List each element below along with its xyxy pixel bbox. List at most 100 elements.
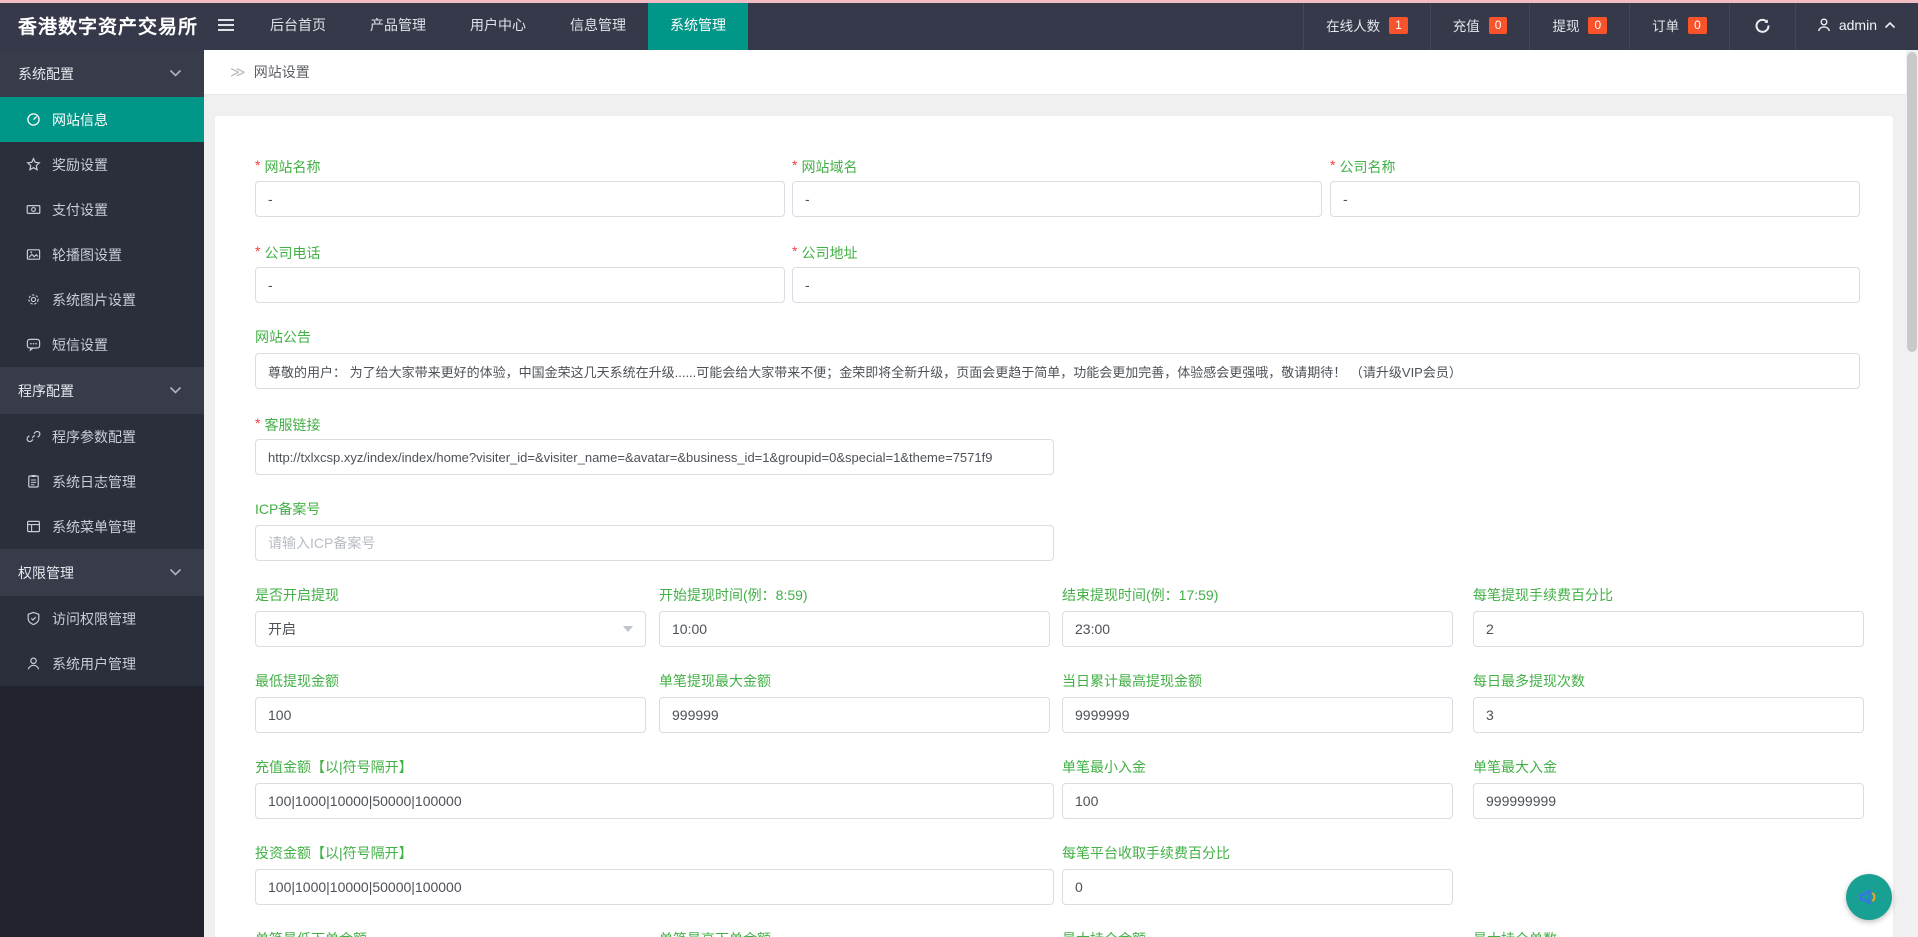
- admin-user-menu[interactable]: admin: [1795, 0, 1918, 50]
- link-icon: [26, 429, 41, 444]
- field-platform-fee-pct: 每笔平台收取手续费百分比: [1062, 844, 1453, 905]
- stat-online-users[interactable]: 在线人数 1: [1303, 0, 1430, 50]
- sidebar-group-program-config[interactable]: 程序配置: [0, 367, 204, 414]
- withdraw-daily-max-input[interactable]: [1062, 697, 1453, 733]
- sidebar-item-carousel-settings[interactable]: 轮播图设置: [0, 232, 204, 277]
- topbar: 香港数字资产交易所 后台首页 产品管理 用户中心 信息管理 系统管理 在线人数 …: [0, 0, 1918, 50]
- field-recharge-amounts: 充值金额【以|符号隔开】: [255, 758, 1054, 819]
- field-order-min: 单笔最低下单金额: [255, 930, 646, 937]
- sidebar-item-sms-settings[interactable]: 短信设置: [0, 322, 204, 367]
- field-label: *客服链接: [255, 414, 1054, 433]
- withdraw-fee-pct-input[interactable]: [1473, 611, 1864, 647]
- top-progress-bar: [0, 0, 1918, 3]
- sidebar-item-system-logs[interactable]: 系统日志管理: [0, 459, 204, 504]
- deposit-max-input[interactable]: [1473, 783, 1864, 819]
- field-label: *公司地址: [792, 242, 1860, 261]
- field-service-link: *客服链接: [255, 414, 1054, 475]
- stat-label: 在线人数: [1326, 15, 1380, 35]
- sidebar-item-payment-settings[interactable]: 支付设置: [0, 187, 204, 232]
- admin-username: admin: [1839, 17, 1877, 33]
- withdraw-start-input[interactable]: [659, 611, 1050, 647]
- sidebar-item-access-permissions[interactable]: 访问权限管理: [0, 596, 204, 641]
- invest-amounts-input[interactable]: [255, 869, 1054, 905]
- sidebar-item-program-params[interactable]: 程序参数配置: [0, 414, 204, 459]
- field-label: 开始提现时间(例：8:59): [659, 586, 1050, 605]
- chevron-down-icon: [623, 626, 633, 632]
- withdraw-single-max-input[interactable]: [659, 697, 1050, 733]
- field-label: 单笔最小入金: [1062, 758, 1453, 777]
- breadcrumb: ≫ 网站设置: [204, 50, 1918, 95]
- field-label: ICP备案号: [255, 500, 1054, 519]
- field-label: *公司名称: [1330, 156, 1860, 175]
- field-label: *网站域名: [792, 156, 1322, 175]
- order-count-badge: 0: [1688, 17, 1707, 34]
- sidebar-item-label: 访问权限管理: [52, 609, 136, 629]
- withdraw-enabled-select[interactable]: 开启: [255, 611, 646, 647]
- sidebar-item-system-users[interactable]: 系统用户管理: [0, 641, 204, 686]
- field-site-domain: *网站域名: [792, 156, 1322, 217]
- field-label: 单笔最低下单金额: [255, 930, 646, 937]
- group-label: 系统配置: [18, 64, 74, 84]
- sidebar-item-label: 轮播图设置: [52, 245, 122, 265]
- sidebar-item-system-images[interactable]: 系统图片设置: [0, 277, 204, 322]
- page-title: 网站设置: [254, 62, 310, 82]
- sidebar-item-reward-settings[interactable]: 奖励设置: [0, 142, 204, 187]
- platform-fee-pct-input[interactable]: [1062, 869, 1453, 905]
- user-icon: [26, 656, 41, 671]
- nav-item-system[interactable]: 系统管理: [648, 0, 748, 50]
- stat-label: 充值: [1453, 15, 1480, 35]
- group-label: 程序配置: [18, 381, 74, 401]
- required-asterisk: *: [255, 415, 260, 431]
- field-label: 充值金额【以|符号隔开】: [255, 758, 1054, 777]
- site-notice-input[interactable]: [255, 353, 1860, 389]
- company-name-input[interactable]: [1330, 181, 1860, 217]
- recharge-amounts-input[interactable]: [255, 783, 1054, 819]
- menu-layout-icon: [26, 519, 41, 534]
- nav-item-dashboard[interactable]: 后台首页: [248, 0, 348, 50]
- person-icon: [1816, 17, 1832, 33]
- sidebar-item-system-menus[interactable]: 系统菜单管理: [0, 504, 204, 549]
- stat-withdraw[interactable]: 提现 0: [1529, 0, 1629, 50]
- sidebar-item-label: 支付设置: [52, 200, 108, 220]
- field-label: 单笔提现最大金额: [659, 672, 1050, 691]
- online-count-badge: 1: [1389, 17, 1408, 34]
- sidebar-item-label: 程序参数配置: [52, 427, 136, 447]
- top-nav: 后台首页 产品管理 用户中心 信息管理 系统管理: [248, 0, 748, 50]
- topbar-right: 在线人数 1 充值 0 提现 0 订单 0 admin: [1303, 0, 1918, 50]
- nav-item-users[interactable]: 用户中心: [448, 0, 548, 50]
- withdraw-daily-times-input[interactable]: [1473, 697, 1864, 733]
- sidebar-group-system-config[interactable]: 系统配置: [0, 50, 204, 97]
- icp-input[interactable]: [255, 525, 1054, 561]
- withdraw-min-input[interactable]: [255, 697, 646, 733]
- service-link-input[interactable]: [255, 439, 1054, 475]
- refresh-button[interactable]: [1729, 0, 1795, 50]
- sidebar-item-label: 系统日志管理: [52, 472, 136, 492]
- nav-item-products[interactable]: 产品管理: [348, 0, 448, 50]
- field-label: 最大持仓金额: [1062, 930, 1453, 937]
- sidebar-group-permissions[interactable]: 权限管理: [0, 549, 204, 596]
- stat-orders[interactable]: 订单 0: [1629, 0, 1729, 50]
- site-domain-input[interactable]: [792, 181, 1322, 217]
- company-phone-input[interactable]: [255, 267, 785, 303]
- stat-label: 提现: [1552, 15, 1579, 35]
- company-address-input[interactable]: [792, 267, 1860, 303]
- select-value: 开启: [268, 619, 296, 639]
- sidebar-item-label: 系统用户管理: [52, 654, 136, 674]
- field-label: 每笔提现手续费百分比: [1473, 586, 1864, 605]
- field-label: 投资金额【以|符号隔开】: [255, 844, 1054, 863]
- audio-floating-button[interactable]: [1846, 874, 1892, 920]
- dashboard-icon: [26, 112, 41, 127]
- site-name-input[interactable]: [255, 181, 785, 217]
- deposit-min-input[interactable]: [1062, 783, 1453, 819]
- nav-item-info[interactable]: 信息管理: [548, 0, 648, 50]
- sidebar-item-site-info[interactable]: 网站信息: [0, 97, 204, 142]
- scrollbar[interactable]: [1906, 50, 1918, 937]
- sidebar-item-label: 短信设置: [52, 335, 108, 355]
- sidebar: 系统配置 网站信息 奖励设置 支付设置 轮播图设置 系统图片设置 短信设置 程序: [0, 50, 204, 937]
- withdraw-end-input[interactable]: [1062, 611, 1453, 647]
- field-company-name: *公司名称: [1330, 156, 1860, 217]
- scrollbar-thumb[interactable]: [1907, 52, 1917, 352]
- stat-recharge[interactable]: 充值 0: [1430, 0, 1530, 50]
- hamburger-menu-icon[interactable]: [204, 0, 248, 50]
- field-label: 每笔平台收取手续费百分比: [1062, 844, 1453, 863]
